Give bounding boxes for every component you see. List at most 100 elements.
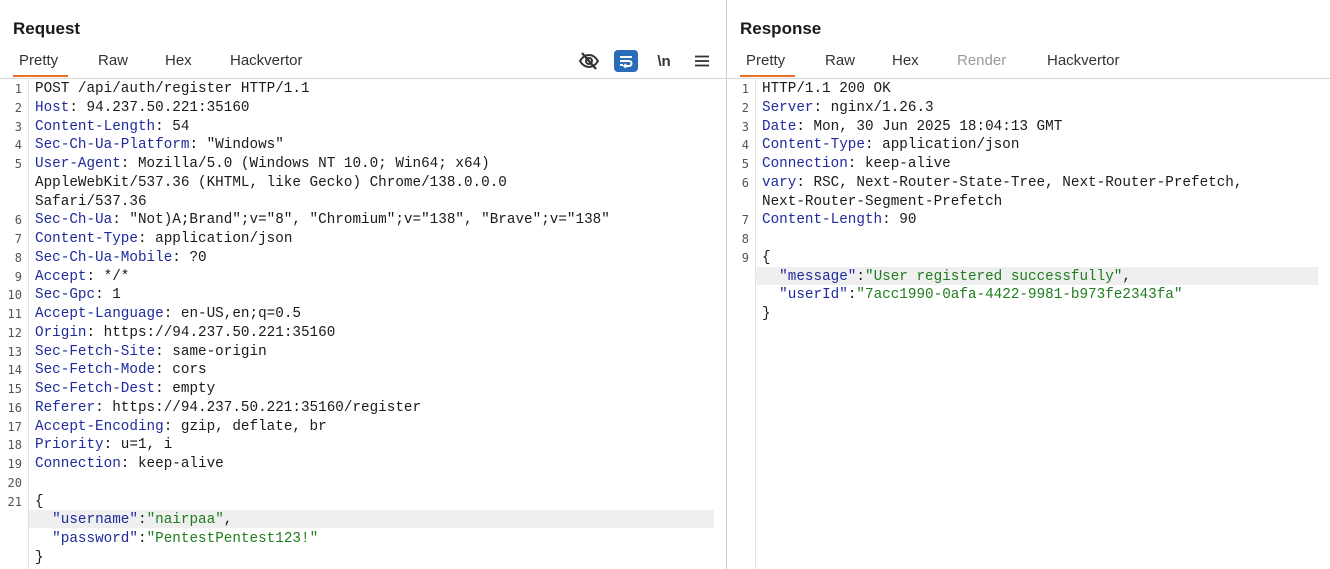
word-wrap-icon[interactable]: [614, 50, 638, 72]
line-number: 8: [14, 251, 22, 265]
code-line: 6 Sec-Ch-Ua: "Not)A;Brand";v="8", "Chromi…: [0, 210, 726, 228]
header-key: Accept-Encoding: [35, 419, 164, 435]
string-value: "User registered successfully": [864, 269, 1123, 285]
code-text: Accept-Encoding: gzip, deflate, br: [35, 419, 327, 435]
code-line: 4 Content-Type: application/json: [727, 135, 1330, 153]
header-key: Content-Length: [762, 212, 883, 228]
code-token: : RSC, Next-Router-State-Tree, Next-Rout…: [796, 175, 1243, 191]
line-number: 7: [741, 213, 749, 227]
code-line: "message":"User registered successfully"…: [727, 267, 1330, 285]
code-token: : application/json: [137, 231, 293, 247]
header-key: Connection: [762, 156, 848, 172]
code-text: Content-Type: application/json: [35, 231, 292, 247]
line-number: 16: [7, 401, 22, 415]
request-editor[interactable]: 1 POST /api/auth/register HTTP/1.1 2 Host: …: [0, 79, 726, 569]
code-token: : 1: [95, 287, 121, 303]
code-line: 5 User-Agent: Mozilla/5.0 (Windows NT 10.…: [0, 154, 726, 172]
code-token: : https://94.237.50.221:35160/register: [95, 400, 422, 416]
hamburger-menu-icon[interactable]: [692, 51, 712, 71]
response-tab-hex[interactable]: Hex: [892, 52, 919, 69]
request-tab-bar: Pretty Raw Hex Hackvertor \n: [0, 50, 726, 79]
code-line: 7 Content-Length: 90: [727, 210, 1330, 228]
header-key: Content-Type: [35, 231, 138, 247]
code-text: Referer: https://94.237.50.221:35160/reg…: [35, 400, 421, 416]
line-number: 7: [14, 232, 22, 246]
code-text: Sec-Ch-Ua-Platform: "Windows": [35, 137, 284, 153]
code-token: : Mon, 30 Jun 2025 18:04:13 GMT: [796, 119, 1063, 135]
code-text: HTTP/1.1 200 OK: [762, 81, 891, 97]
header-key: Sec-Gpc: [35, 287, 96, 303]
response-editor[interactable]: 1 HTTP/1.1 200 OK 2 Server: nginx/1.26.3 3 Da…: [727, 79, 1330, 569]
line-number: 4: [14, 138, 22, 152]
code-token: POST /api/auth/register HTTP/1.1: [35, 81, 310, 97]
response-tab-pretty[interactable]: Pretty: [739, 52, 796, 77]
code-text: "password":"PentestPentest123!": [35, 531, 318, 547]
header-key: Server: [762, 100, 814, 116]
code-text: POST /api/auth/register HTTP/1.1: [35, 81, 310, 97]
line-number: 2: [14, 101, 22, 115]
line-number: 20: [7, 476, 22, 490]
header-key: vary: [762, 175, 797, 191]
code-text: Accept-Language: en-US,en;q=0.5: [35, 306, 301, 322]
code-text: Host: 94.237.50.221:35160: [35, 100, 250, 116]
code-text: User-Agent: Mozilla/5.0 (Windows NT 10.0…: [35, 156, 490, 172]
code-token: : application/json: [864, 137, 1020, 153]
code-text: AppleWebKit/537.36 (KHTML, like Gecko) C…: [35, 175, 507, 191]
code-token: : gzip, deflate, br: [163, 419, 327, 435]
code-token: : 90: [882, 212, 917, 228]
newline-toggle-button[interactable]: \n: [654, 51, 674, 71]
line-number: 6: [14, 213, 22, 227]
header-key: Accept-Language: [35, 306, 164, 322]
request-tab-hackvertor[interactable]: Hackvertor: [230, 52, 303, 69]
request-tab-raw[interactable]: Raw: [98, 52, 128, 69]
header-key: User-Agent: [35, 156, 121, 172]
code-token: : "Not)A;Brand";v="8", "Chromium";v="138…: [112, 212, 610, 228]
code-line: 7 Content-Type: application/json: [0, 229, 726, 247]
string-value: "nairpaa": [146, 512, 224, 528]
code-token: }: [762, 306, 771, 322]
code-token: :: [137, 531, 147, 547]
code-token: : Mozilla/5.0 (Windows NT 10.0; Win64; x…: [120, 156, 490, 172]
line-number: 5: [741, 157, 749, 171]
response-tab-hackvertor[interactable]: Hackvertor: [1047, 52, 1120, 69]
response-title: Response: [740, 19, 822, 38]
code-token: {: [35, 494, 44, 510]
line-number: 21: [7, 495, 22, 509]
request-tab-pretty[interactable]: Pretty: [12, 52, 69, 77]
header-key: "message": [779, 269, 857, 285]
code-line: 12 Origin: https://94.237.50.221:35160: [0, 323, 726, 341]
code-line: 5 Connection: keep-alive: [727, 154, 1330, 172]
code-line: }: [0, 548, 726, 566]
request-tab-hex[interactable]: Hex: [165, 52, 192, 69]
line-number: 11: [7, 307, 22, 321]
response-tab-render[interactable]: Render: [957, 52, 1006, 69]
header-key: Host: [35, 100, 70, 116]
code-token: Next-Router-Segment-Prefetch: [762, 194, 1003, 210]
eye-slash-icon[interactable]: [578, 51, 600, 71]
line-number: 15: [7, 382, 22, 396]
code-text: Sec-Ch-Ua: "Not)A;Brand";v="8", "Chromiu…: [35, 212, 610, 228]
code-token: AppleWebKit/537.36 (KHTML, like Gecko) C…: [35, 175, 507, 191]
response-tab-raw[interactable]: Raw: [825, 52, 855, 69]
code-token: : nginx/1.26.3: [813, 100, 934, 116]
code-text: "userId":"7acc1990-0afa-4422-9981-b973fe…: [762, 287, 1182, 303]
code-token: HTTP/1.1 200 OK: [762, 81, 891, 97]
code-text: Content-Type: application/json: [762, 137, 1019, 153]
line-number: 9: [741, 251, 749, 265]
line-number: 19: [7, 457, 22, 471]
header-key: Accept: [35, 269, 87, 285]
code-text: vary: RSC, Next-Router-State-Tree, Next-…: [762, 175, 1242, 191]
code-line: 20: [0, 473, 726, 491]
line-number: 13: [7, 345, 22, 359]
code-text: Sec-Fetch-Mode: cors: [35, 362, 207, 378]
code-line: 3 Date: Mon, 30 Jun 2025 18:04:13 GMT: [727, 117, 1330, 135]
line-number: 3: [741, 120, 749, 134]
code-line: 9{: [727, 248, 1330, 266]
code-token: :: [856, 269, 865, 285]
code-line: 11 Accept-Language: en-US,en;q=0.5: [0, 304, 726, 322]
code-text: Priority: u=1, i: [35, 437, 172, 453]
line-number: 14: [7, 363, 22, 377]
line-number: 6: [741, 176, 749, 190]
